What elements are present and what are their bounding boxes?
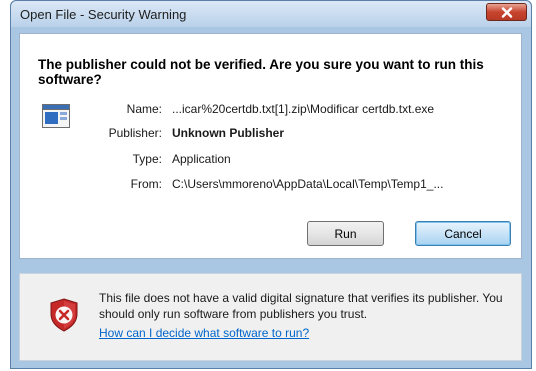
warning-footer: This file does not have a valid digital … xyxy=(19,273,522,361)
close-button[interactable] xyxy=(486,3,527,21)
field-label: Publisher: xyxy=(108,126,162,140)
field-label: From: xyxy=(130,177,162,191)
field-value: ...icar%20certdb.txt[1].zip\Modificar ce… xyxy=(172,102,435,116)
dialog-content: The publisher could not be verified. Are… xyxy=(19,33,522,259)
help-link[interactable]: How can I decide what software to run? xyxy=(99,326,309,340)
close-icon xyxy=(501,6,512,18)
security-shield-icon xyxy=(50,298,78,332)
field-value: C:\Users\mmoreno\AppData\Local\Temp\Temp… xyxy=(172,177,444,191)
warning-message: This file does not have a valid digital … xyxy=(99,291,503,321)
field-label: Type: xyxy=(132,152,162,166)
field-value: Unknown Publisher xyxy=(172,126,285,140)
field-label: Name: xyxy=(126,102,162,116)
field-value: Application xyxy=(172,152,231,166)
warning-heading: The publisher could not be verified. Are… xyxy=(38,57,484,87)
title-bar[interactable]: Open File - Security Warning xyxy=(11,1,531,27)
cancel-button[interactable]: Cancel xyxy=(415,221,511,246)
security-warning-dialog: Open File - Security Warning The publish… xyxy=(10,0,532,369)
run-button[interactable]: Run xyxy=(307,221,384,246)
window-title: Open File - Security Warning xyxy=(20,7,187,22)
